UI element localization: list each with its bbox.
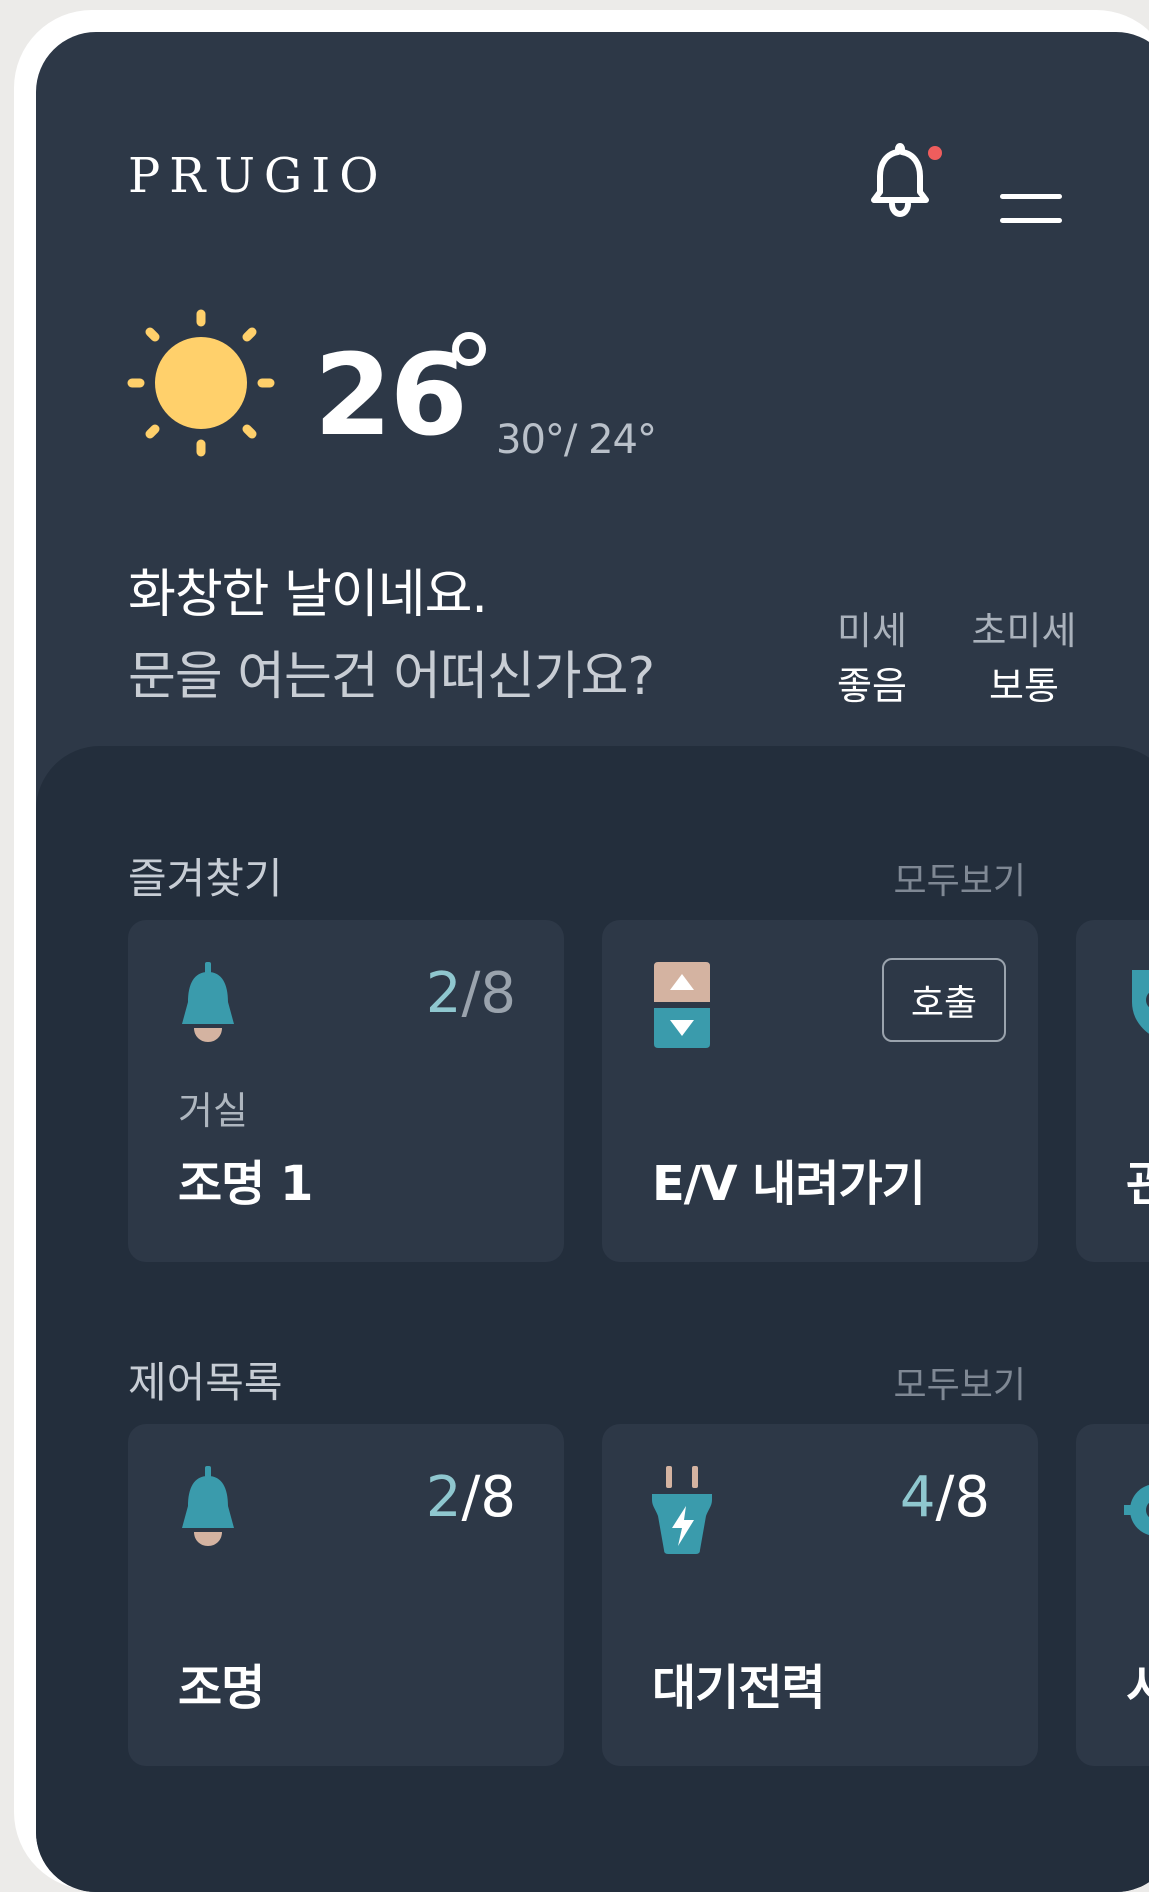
- degree-symbol: [452, 332, 486, 366]
- notification-dot: [928, 146, 942, 160]
- standby-power-count: 4/8: [900, 1470, 990, 1526]
- elevator-icon: [654, 962, 710, 1048]
- favorites-title: 즐겨찾기: [128, 854, 283, 903]
- control-card-light[interactable]: 2/8 조명: [128, 1424, 564, 1766]
- fine-dust-label: 미세: [837, 609, 907, 653]
- lamp-icon: [182, 1466, 234, 1546]
- plug-icon: [652, 1466, 712, 1554]
- favorite-card-third[interactable]: 관: [1076, 920, 1149, 1262]
- content-panel: 즐겨찾기 모두보기 2/8 거실 조명 1 호출 E/V 내려가기 관 제어목록…: [36, 746, 1149, 1892]
- current-temperature: 26: [314, 331, 468, 461]
- favorite-third-name: 관: [1126, 1156, 1149, 1212]
- lamp-icon: [182, 962, 234, 1042]
- ultrafine-dust-value: 보통: [989, 664, 1059, 709]
- ultrafine-dust-status: 초미세 보통: [936, 604, 1112, 714]
- control-card-standby-power[interactable]: 4/8 대기전력: [602, 1424, 1038, 1766]
- standby-power-name: 대기전력: [652, 1660, 826, 1716]
- favorite-card-elevator[interactable]: 호출 E/V 내려가기: [602, 920, 1038, 1262]
- control-light-count: 2/8: [426, 1470, 516, 1526]
- app-screen: PRUGIO 26 30°/ 24° 화창한 날이네요. 문을 여는건 어떠신가…: [36, 32, 1149, 1892]
- control-light-count-on: 2: [425, 1465, 462, 1530]
- sun-icon: [127, 309, 275, 457]
- ultrafine-dust-label: 초미세: [971, 609, 1077, 653]
- fine-dust-status: 미세 좋음: [810, 604, 934, 714]
- control-card-third[interactable]: 시: [1076, 1424, 1149, 1766]
- menu-button[interactable]: [1000, 194, 1064, 224]
- favorite-light-name: 조명 1: [178, 1156, 313, 1212]
- favorite-light-count: 2/8: [426, 966, 516, 1022]
- weather-message-line1: 화창한 날이네요.: [128, 565, 488, 625]
- elevator-call-button[interactable]: 호출: [882, 958, 1006, 1042]
- controls-title: 제어목록: [128, 1358, 283, 1407]
- brand-logo: PRUGIO: [128, 148, 388, 204]
- high-low-temperature: 30°/ 24°: [496, 417, 657, 463]
- favorite-elevator-name: E/V 내려가기: [652, 1156, 926, 1212]
- notification-button[interactable]: [868, 142, 932, 218]
- fine-dust-value: 좋음: [837, 664, 907, 709]
- favorite-light-count-on: 2: [425, 961, 462, 1026]
- standby-power-count-total: /8: [935, 1465, 991, 1530]
- weather-message-line2: 문을 여는건 어떠신가요?: [128, 647, 655, 707]
- favorites-view-all-link[interactable]: 모두보기: [894, 864, 1026, 900]
- controls-view-all-link[interactable]: 모두보기: [894, 1368, 1026, 1404]
- control-third-name: 시: [1126, 1660, 1149, 1716]
- favorite-light-room: 거실: [178, 1089, 248, 1133]
- control-light-name: 조명: [178, 1660, 265, 1716]
- favorite-card-light[interactable]: 2/8 거실 조명 1: [128, 920, 564, 1262]
- gear-icon: [1124, 1484, 1149, 1536]
- shield-icon: [1132, 970, 1149, 1034]
- control-light-count-total: /8: [461, 1465, 517, 1530]
- standby-power-count-on: 4: [899, 1465, 936, 1530]
- favorite-light-count-total: /8: [461, 961, 517, 1026]
- bell-icon: [871, 143, 929, 218]
- menu-line-top: [1000, 194, 1062, 199]
- menu-line-bottom: [1000, 218, 1062, 223]
